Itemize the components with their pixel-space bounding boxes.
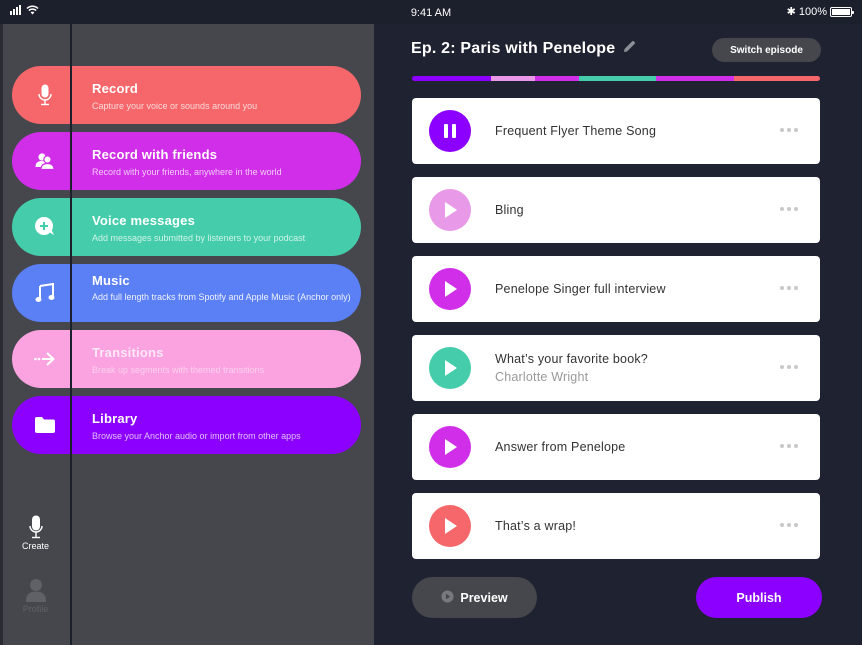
episode-title-row: Ep. 2: Paris with Penelope (411, 40, 636, 58)
menu-item-title: Library (92, 411, 138, 426)
profile-icon (0, 578, 71, 602)
edit-pencil-icon[interactable] (623, 40, 636, 58)
play-button[interactable] (429, 505, 471, 547)
play-icon (445, 439, 457, 455)
rail-divider (70, 24, 72, 645)
track-list: Frequent Flyer Theme Song Bling Penelope S… (412, 98, 820, 572)
arrow-right-icon (34, 348, 56, 370)
more-options-icon[interactable] (780, 523, 798, 527)
folder-icon (34, 414, 56, 436)
left-edge (0, 24, 3, 645)
menu-item-description: Add full length tracks from Spotify and … (92, 292, 351, 302)
menu-item-title: Transitions (92, 345, 164, 360)
play-button[interactable] (429, 189, 471, 231)
play-icon (445, 202, 457, 218)
microphone-icon (34, 84, 56, 106)
menu-item-record[interactable]: Record Capture your voice or sounds arou… (12, 66, 361, 124)
progress-segment (535, 76, 580, 81)
pause-button[interactable] (429, 110, 471, 152)
switch-episode-button[interactable]: Switch episode (712, 38, 821, 62)
menu-item-title: Record (92, 81, 138, 96)
preview-button[interactable]: Preview (412, 577, 537, 618)
track-title: Answer from Penelope (495, 440, 626, 454)
app-screen: 9:41 AM ✱ 100% Record Capture your voice… (0, 0, 862, 645)
menu-item-music[interactable]: Music Add full length tracks from Spotif… (12, 264, 361, 322)
menu-item-voice-messages[interactable]: Voice messages Add messages submitted by… (12, 198, 361, 256)
track-card[interactable]: What’s your favorite book? Charlotte Wrig… (412, 335, 820, 401)
menu-item-description: Break up segments with themed transition… (92, 365, 265, 375)
progress-segment (491, 76, 536, 81)
menu-item-transitions[interactable]: Transitions Break up segments with theme… (12, 330, 361, 388)
status-bar: 9:41 AM ✱ 100% (0, 0, 862, 24)
microphone-icon (0, 515, 71, 539)
track-title: Bling (495, 203, 524, 217)
play-icon (445, 518, 457, 534)
play-button[interactable] (429, 426, 471, 468)
preview-label: Preview (460, 590, 508, 605)
episode-title: Ep. 2: Paris with Penelope (411, 40, 616, 57)
track-title: Penelope Singer full interview (495, 282, 666, 296)
track-title: That’s a wrap! (495, 519, 577, 533)
progress-segment (412, 76, 492, 81)
tab-create[interactable]: Create (0, 515, 71, 551)
voice-message-icon (34, 216, 56, 238)
play-button[interactable] (429, 268, 471, 310)
more-options-icon[interactable] (780, 207, 798, 211)
tab-profile-label: Profile (22, 604, 49, 614)
menu-item-description: Add messages submitted by listeners to y… (92, 233, 306, 243)
menu-item-description: Browse your Anchor audio or import from … (92, 431, 301, 441)
status-right: ✱ 100% (786, 5, 854, 18)
play-circle-icon (441, 590, 454, 606)
track-subtitle: Charlotte Wright (495, 370, 589, 384)
pause-icon (444, 124, 456, 138)
more-options-icon[interactable] (780, 365, 798, 369)
music-note-icon (34, 282, 56, 304)
progress-segment (734, 76, 820, 81)
bluetooth-icon: ✱ (786, 6, 796, 18)
menu-item-description: Record with your friends, anywhere in th… (92, 167, 282, 177)
play-icon (445, 360, 457, 376)
track-card[interactable]: Answer from Penelope (412, 414, 820, 480)
track-title: Frequent Flyer Theme Song (495, 124, 657, 138)
menu-item-record-with-friends[interactable]: Record with friends Record with your fri… (12, 132, 361, 190)
more-options-icon[interactable] (780, 444, 798, 448)
status-time: 9:41 AM (410, 7, 452, 19)
menu-item-title: Voice messages (92, 213, 196, 228)
track-card[interactable]: That’s a wrap! (412, 493, 820, 559)
play-icon (445, 281, 457, 297)
track-card[interactable]: Frequent Flyer Theme Song (412, 98, 820, 164)
tab-create-label: Create (21, 541, 49, 551)
episode-progress-bar (412, 76, 820, 81)
more-options-icon[interactable] (780, 128, 798, 132)
more-options-icon[interactable] (780, 286, 798, 290)
menu-item-title: Record with friends (92, 147, 218, 162)
publish-button[interactable]: Publish (696, 577, 822, 618)
progress-segment (579, 76, 657, 81)
progress-segment (656, 76, 735, 81)
track-card[interactable]: Penelope Singer full interview (412, 256, 820, 322)
menu-item-title: Music (92, 273, 130, 288)
create-menu: Record Capture your voice or sounds arou… (12, 66, 361, 462)
tab-profile[interactable]: Profile (0, 578, 71, 614)
friends-icon (34, 150, 56, 172)
battery-icon (830, 6, 854, 17)
track-card[interactable]: Bling (412, 177, 820, 243)
menu-item-description: Capture your voice or sounds around you (92, 101, 258, 111)
menu-item-library[interactable]: Library Browse your Anchor audio or impo… (12, 396, 361, 454)
track-title: What’s your favorite book? (495, 352, 648, 366)
play-button[interactable] (429, 347, 471, 389)
battery-percent: 100% (798, 5, 827, 18)
